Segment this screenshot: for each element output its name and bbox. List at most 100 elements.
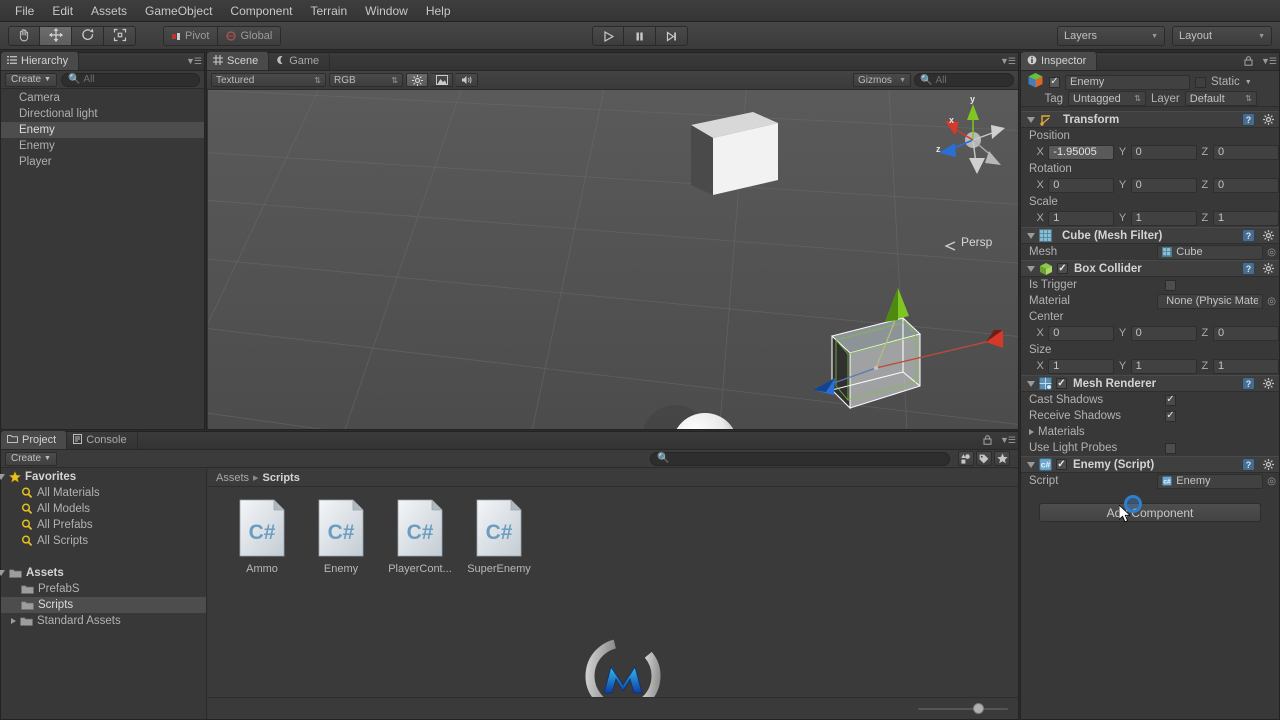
scene-viewport[interactable]: x y z Persp	[208, 90, 1018, 429]
draw-mode-dropdown[interactable]: Textured ⇅	[211, 73, 326, 87]
component-enabled-checkbox[interactable]: ✓	[1056, 459, 1067, 470]
component-header-box-collider[interactable]: ✓ Box Collider?	[1021, 260, 1279, 277]
project-create-button[interactable]: Create ▼	[5, 451, 57, 466]
foldout-open-icon[interactable]	[1027, 380, 1035, 387]
object-picker-icon[interactable]: ◎	[1267, 476, 1276, 487]
menu-item-edit[interactable]: Edit	[43, 1, 82, 21]
scene-panel-menu[interactable]: ▼☰	[1000, 56, 1016, 67]
project-tree-item-all-materials[interactable]: All Materials	[1, 485, 206, 501]
hand-tool[interactable]	[8, 26, 40, 46]
filter-by-type-button[interactable]	[958, 451, 974, 466]
vector-x-input[interactable]: 1	[1048, 210, 1115, 226]
object-field[interactable]: Cube	[1157, 244, 1264, 260]
property-checkbox[interactable]: ✓	[1165, 394, 1176, 406]
menu-item-terrain[interactable]: Terrain	[301, 1, 356, 21]
property-checkbox[interactable]	[1165, 442, 1176, 454]
foldout-open-icon[interactable]	[1027, 232, 1035, 239]
foldout-open-icon[interactable]	[1027, 265, 1035, 272]
asset-zoom-slider[interactable]	[918, 703, 1008, 715]
project-search-input[interactable]: 🔍	[650, 451, 950, 466]
layers-dropdown[interactable]: Layers ▼	[1057, 26, 1165, 46]
lighting-toggle[interactable]	[406, 73, 428, 87]
vector-z-input[interactable]: 0	[1212, 325, 1279, 341]
gear-icon[interactable]	[1263, 114, 1274, 125]
static-checkbox[interactable]	[1195, 76, 1206, 88]
pause-button[interactable]	[624, 26, 656, 46]
tab-game[interactable]: Game	[269, 52, 331, 70]
layer-dropdown[interactable]: Default ⇅	[1184, 91, 1257, 106]
project-panel-menu[interactable]: ▼☰	[1000, 435, 1016, 446]
gear-icon[interactable]	[1263, 459, 1274, 470]
inspector-lock-icon[interactable]	[1244, 56, 1253, 69]
hierarchy-panel-menu[interactable]: ▼☰	[186, 56, 202, 67]
project-tree-item-assets[interactable]: Assets	[0, 565, 206, 581]
hierarchy-item-enemy[interactable]: Enemy	[1, 138, 204, 154]
vector-x-input[interactable]: 1	[1048, 358, 1115, 374]
vector-x-input[interactable]: 0	[1048, 325, 1115, 341]
menu-item-window[interactable]: Window	[356, 1, 417, 21]
vector-x-input[interactable]: -1.95005	[1048, 144, 1115, 160]
object-field[interactable]: c# Enemy	[1157, 473, 1264, 489]
hierarchy-item-camera[interactable]: Camera	[1, 90, 204, 106]
foldout-open-icon[interactable]	[1027, 461, 1035, 468]
project-tree-item-scripts[interactable]: Scripts	[1, 597, 206, 613]
foldout-open-icon[interactable]	[1027, 116, 1035, 123]
static-dropdown-icon[interactable]: ▼	[1245, 79, 1252, 86]
component-enabled-checkbox[interactable]: ✓	[1056, 378, 1067, 389]
help-icon[interactable]: ?	[1242, 262, 1255, 275]
project-tree-item-prefabs[interactable]: PrefabS	[1, 581, 206, 597]
gear-icon[interactable]	[1263, 230, 1274, 241]
filter-by-label-button[interactable]	[976, 451, 992, 466]
property-checkbox[interactable]: ✓	[1165, 410, 1176, 422]
render-mode-dropdown[interactable]: RGB ⇅	[329, 73, 403, 87]
object-field[interactable]: None (Physic Mater	[1157, 293, 1264, 309]
property-checkbox[interactable]	[1165, 279, 1176, 291]
asset-item[interactable]: C# PlayerCont...	[382, 499, 458, 575]
project-lock-icon[interactable]	[983, 435, 992, 448]
gizmos-dropdown[interactable]: Gizmos ▼	[853, 73, 911, 87]
object-picker-icon[interactable]: ◎	[1267, 296, 1276, 307]
hierarchy-create-button[interactable]: Create ▼	[5, 72, 57, 87]
rotate-tool[interactable]	[72, 26, 104, 46]
project-tree-item-favorites[interactable]: Favorites	[0, 469, 206, 485]
tab-scene[interactable]: Scene	[207, 52, 270, 70]
tag-dropdown[interactable]: Untagged ⇅	[1068, 91, 1146, 106]
foldout-open-icon[interactable]	[0, 474, 5, 480]
tab-hierarchy[interactable]: Hierarchy	[1, 52, 80, 70]
menu-item-gameobject[interactable]: GameObject	[136, 1, 221, 21]
tab-inspector[interactable]: Inspector	[1021, 52, 1098, 70]
step-button[interactable]	[656, 26, 688, 46]
inspector-panel-menu[interactable]: ▼☰	[1261, 56, 1277, 67]
global-toggle[interactable]: Global	[218, 26, 282, 46]
gameobject-enabled-checkbox[interactable]: ✓	[1049, 76, 1060, 88]
asset-item[interactable]: C# SuperEnemy	[461, 499, 537, 575]
component-header-cube-mesh-filter[interactable]: Cube (Mesh Filter)?	[1021, 227, 1279, 244]
gizmos-search-input[interactable]: 🔍 All	[914, 73, 1014, 87]
vector-y-input[interactable]: 1	[1130, 210, 1197, 226]
foldout-closed-icon[interactable]	[1029, 429, 1034, 435]
tab-project[interactable]: Project	[1, 431, 68, 449]
help-icon[interactable]: ?	[1242, 458, 1255, 471]
layout-dropdown[interactable]: Layout ▼	[1172, 26, 1272, 46]
menu-item-component[interactable]: Component	[221, 1, 301, 21]
component-header-transform[interactable]: Transform?	[1021, 111, 1279, 128]
hierarchy-item-directional-light[interactable]: Directional light	[1, 106, 204, 122]
help-icon[interactable]: ?	[1242, 229, 1255, 242]
project-tree-item-all-models[interactable]: All Models	[1, 501, 206, 517]
tab-console[interactable]: Console	[67, 431, 138, 449]
play-button[interactable]	[592, 26, 624, 46]
vector-y-input[interactable]: 0	[1130, 177, 1197, 193]
asset-item[interactable]: C# Enemy	[303, 499, 379, 575]
component-header-mesh-renderer[interactable]: ✓ Mesh Renderer?	[1021, 375, 1279, 392]
asset-zoom-slider-knob[interactable]	[973, 703, 985, 714]
menu-item-file[interactable]: File	[6, 1, 43, 21]
hierarchy-item-player[interactable]: Player	[1, 154, 204, 170]
menu-item-assets[interactable]: Assets	[82, 1, 136, 21]
vector-x-input[interactable]: 0	[1048, 177, 1115, 193]
gameobject-name-input[interactable]: Enemy	[1065, 74, 1190, 90]
move-tool[interactable]	[40, 26, 72, 46]
foldout-closed-icon[interactable]	[11, 618, 16, 624]
add-component-button[interactable]: Add Component	[1039, 503, 1261, 522]
help-icon[interactable]: ?	[1242, 113, 1255, 126]
vector-z-input[interactable]: 1	[1212, 210, 1279, 226]
